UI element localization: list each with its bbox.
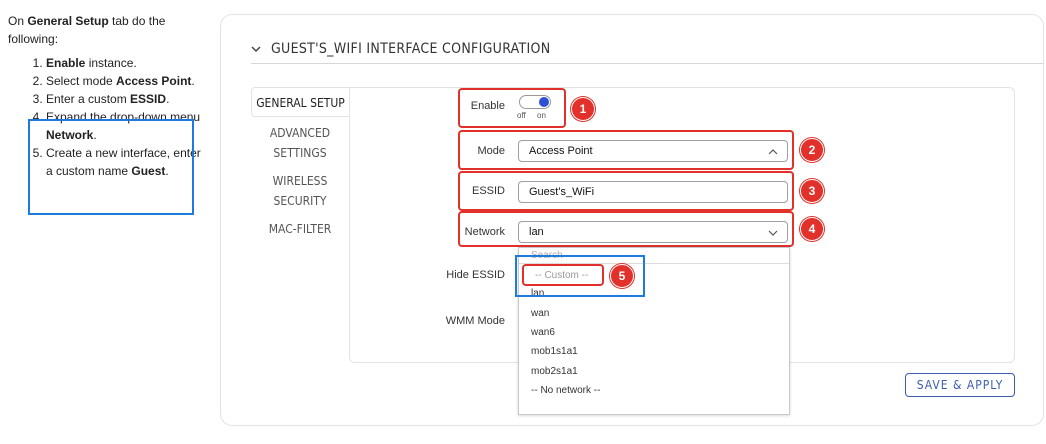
highlight-box-1 bbox=[458, 88, 566, 128]
instructions-intro: On General Setup tab do the following: bbox=[8, 14, 166, 46]
step-badge-2: 2 bbox=[800, 138, 824, 162]
hide-essid-label: Hide ESSID bbox=[446, 269, 505, 281]
tab-wireless-security[interactable]: WIRELESS SECURITY bbox=[251, 171, 349, 211]
tab-label-line: ADVANCED bbox=[269, 126, 331, 140]
dropdown-option[interactable]: -- No network -- bbox=[531, 385, 600, 396]
dropdown-option[interactable]: wan bbox=[531, 308, 549, 319]
step-1: Enable instance. bbox=[46, 54, 208, 72]
step-badge-4: 4 bbox=[800, 217, 824, 241]
chevron-down-icon bbox=[251, 46, 261, 53]
tab-list: GENERAL SETUP ADVANCED SETTINGS WIRELESS… bbox=[251, 87, 349, 239]
interface-config-card: GUEST'S_WIFI INTERFACE CONFIGURATION GEN… bbox=[220, 14, 1044, 426]
step-3: Enter a custom ESSID. bbox=[46, 90, 208, 108]
tab-advanced-settings[interactable]: ADVANCED SETTINGS bbox=[251, 123, 349, 163]
dropdown-option[interactable]: wan6 bbox=[531, 327, 555, 338]
step-badge-5: 5 bbox=[610, 264, 634, 288]
instructions-highlight-box bbox=[28, 119, 194, 215]
step-2: Select mode Access Point. bbox=[46, 72, 208, 90]
wmm-mode-label: WMM Mode bbox=[445, 315, 505, 327]
tab-label-line: SETTINGS bbox=[273, 146, 327, 160]
dropdown-option[interactable]: mob1s1a1 bbox=[531, 346, 578, 357]
tab-label-line: SECURITY bbox=[273, 194, 327, 208]
tab-general-setup[interactable]: GENERAL SETUP bbox=[251, 87, 349, 117]
highlight-box-2 bbox=[458, 130, 794, 170]
divider bbox=[251, 63, 1043, 64]
highlight-box-4 bbox=[458, 211, 794, 247]
save-apply-button[interactable]: SAVE & APPLY bbox=[905, 373, 1015, 397]
section-header[interactable]: GUEST'S_WIFI INTERFACE CONFIGURATION bbox=[251, 41, 550, 57]
step-badge-3: 3 bbox=[800, 179, 824, 203]
tab-mac-filter[interactable]: MAC-FILTER bbox=[251, 219, 349, 239]
section-title: GUEST'S_WIFI INTERFACE CONFIGURATION bbox=[271, 41, 551, 57]
dropdown-option[interactable]: mob2s1a1 bbox=[531, 366, 578, 377]
tab-label-line: WIRELESS bbox=[272, 174, 328, 188]
step-badge-1: 1 bbox=[571, 97, 595, 121]
highlight-box-3 bbox=[458, 171, 794, 211]
